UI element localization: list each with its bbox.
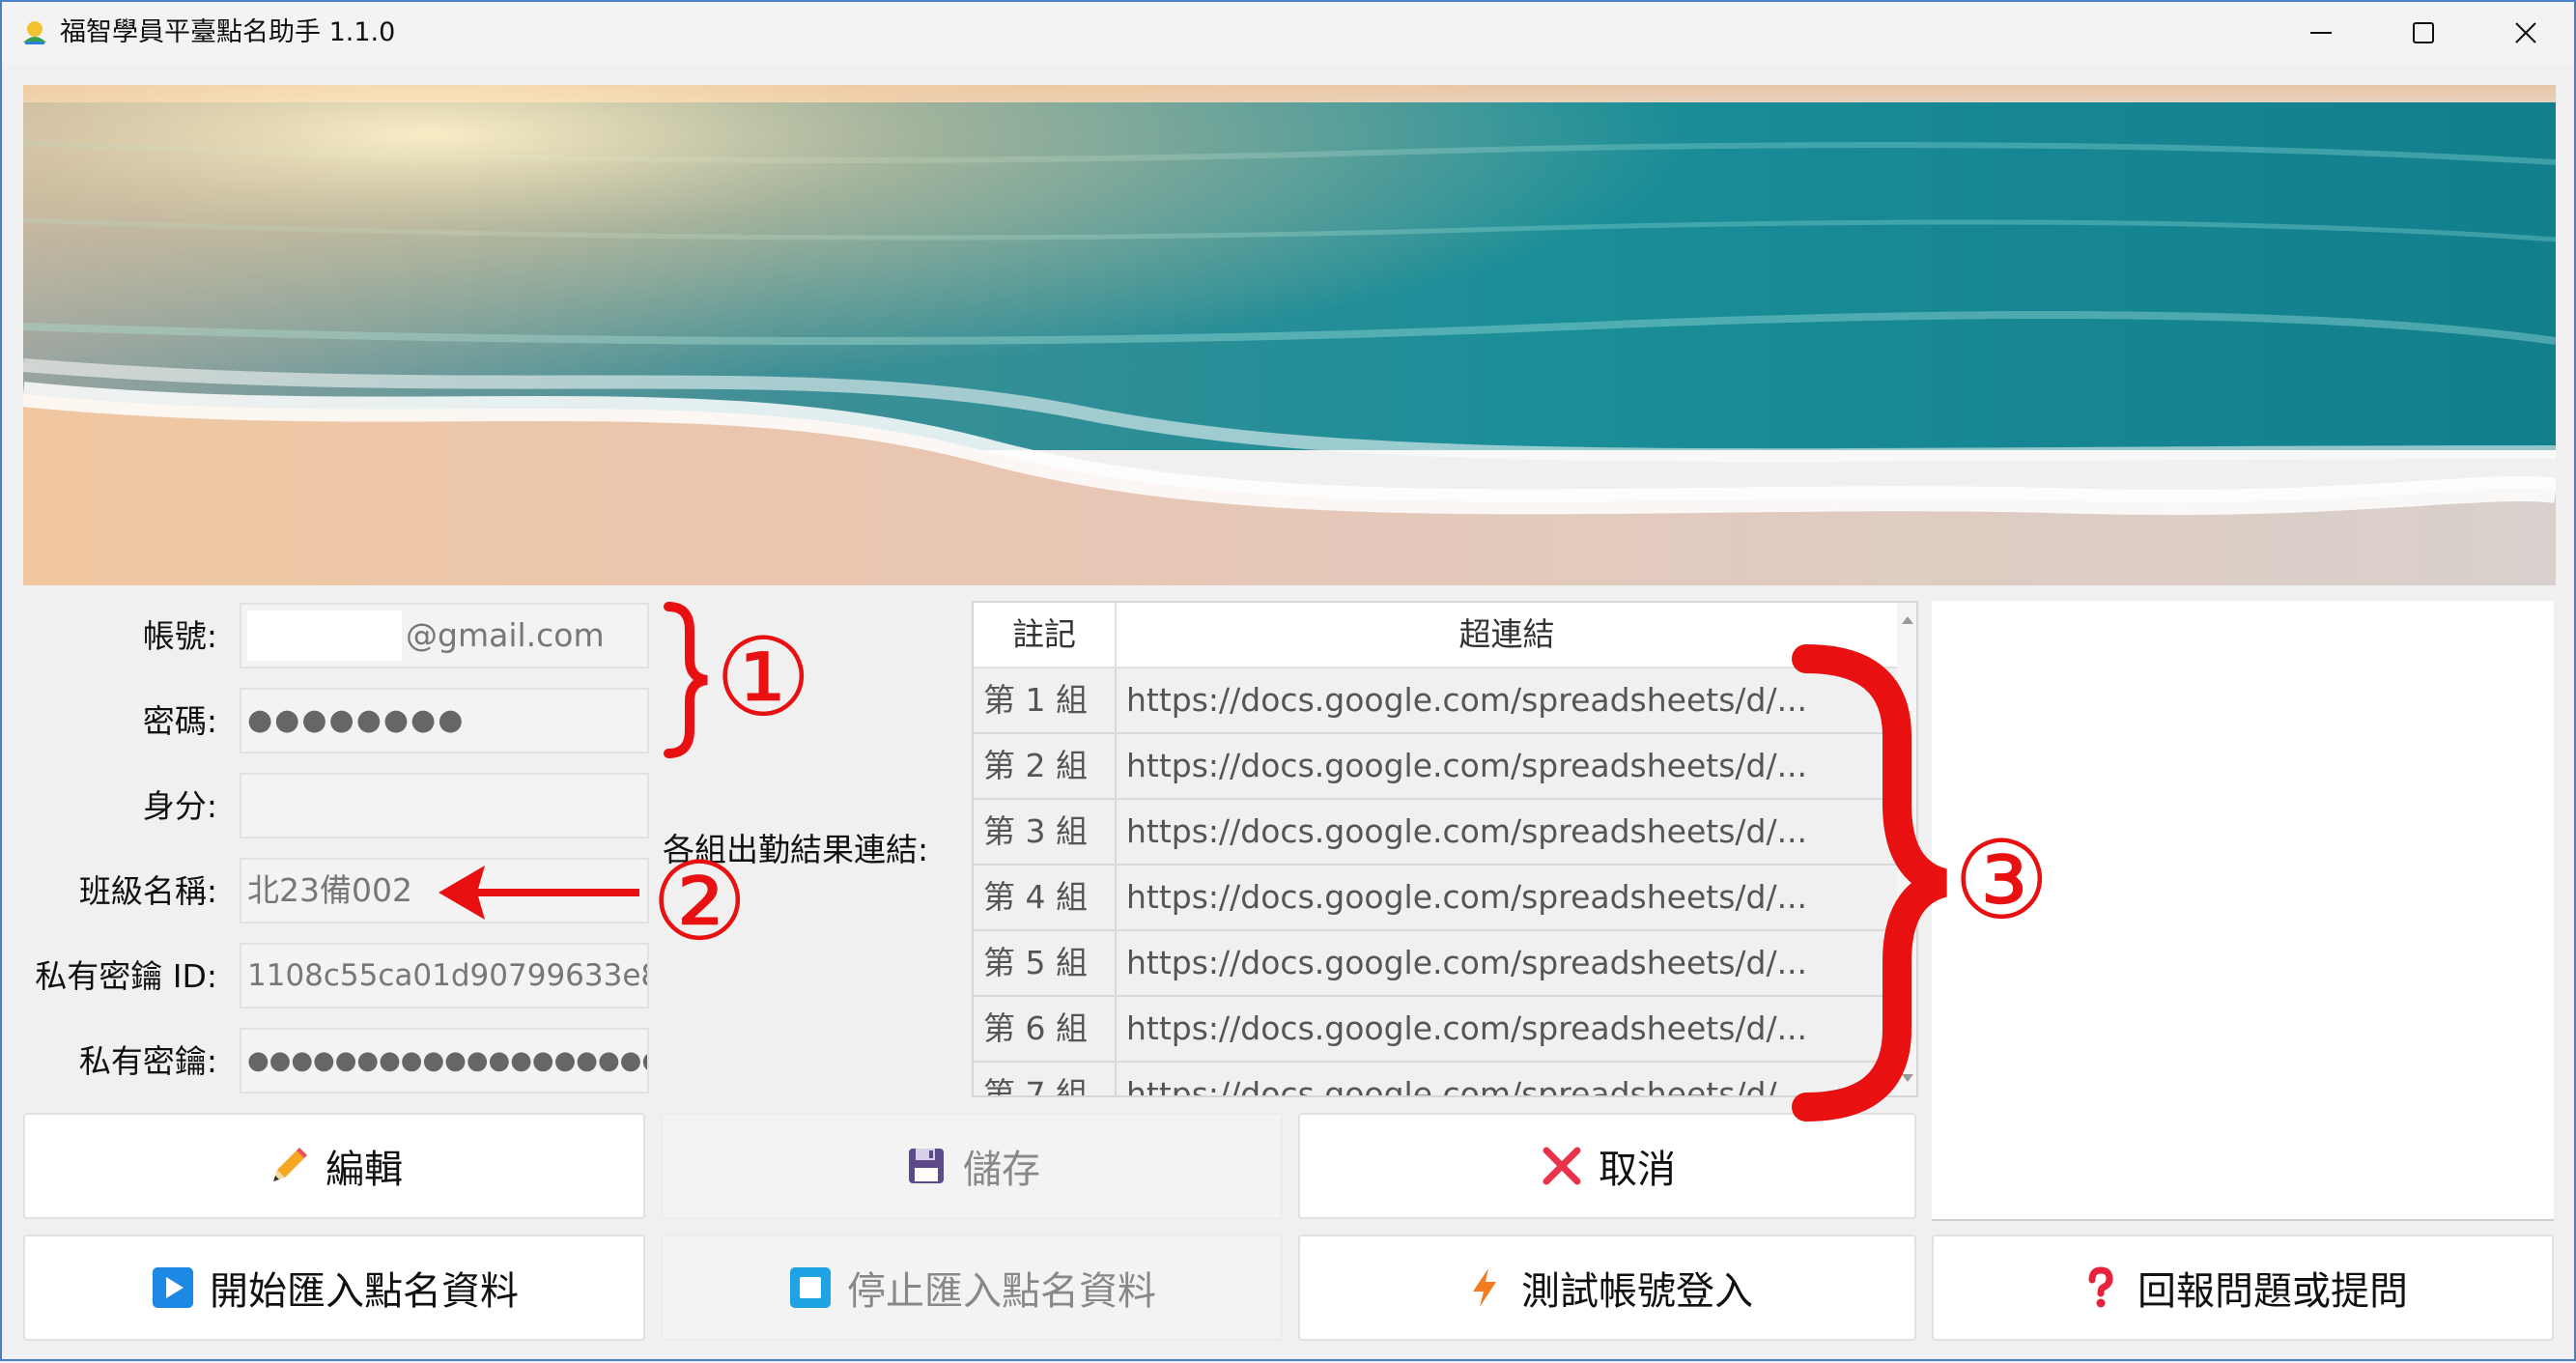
- app-logo-icon: [23, 21, 46, 44]
- row-link-cell[interactable]: https://docs.google.com/spreadsheets/d/.…: [1117, 997, 1897, 1061]
- row-link-cell[interactable]: https://docs.google.com/spreadsheets/d/.…: [1117, 668, 1897, 732]
- account-label: 帳號:: [142, 617, 217, 655]
- scroll-up-icon[interactable]: [1902, 616, 1913, 624]
- minimize-icon: [2310, 32, 2332, 34]
- stop-import-button[interactable]: 停止匯入點名資料: [661, 1235, 1283, 1341]
- class-name-field[interactable]: 北23備002: [240, 858, 649, 923]
- row-link-cell[interactable]: https://docs.google.com/spreadsheets/d/.…: [1117, 866, 1897, 929]
- account-value: @gmail.com: [406, 616, 605, 654]
- password-field[interactable]: ●●●●●●●●: [240, 688, 649, 753]
- cancel-button-label: 取消: [1599, 1148, 1676, 1192]
- row-link-cell[interactable]: https://docs.google.com/spreadsheets/d/.…: [1117, 931, 1897, 995]
- close-icon: [2515, 22, 2536, 43]
- identity-field[interactable]: [240, 773, 649, 838]
- question-mark-icon: [2088, 1266, 2113, 1308]
- title-bar: 福智學員平臺點名助手 1.1.0: [2, 2, 2574, 64]
- start-import-button[interactable]: 開始匯入點名資料: [23, 1235, 645, 1341]
- private-key-id-field[interactable]: 1108c55ca01d90799633e8: [240, 943, 649, 1008]
- row-link-cell[interactable]: https://docs.google.com/spreadsheets/d/.…: [1117, 734, 1897, 798]
- column-header-link[interactable]: 超連結: [1117, 603, 1897, 667]
- report-issue-button[interactable]: 回報問題或提問: [1932, 1235, 2554, 1341]
- edit-button-label: 編輯: [326, 1148, 403, 1192]
- cancel-button[interactable]: 取消: [1298, 1113, 1916, 1219]
- row-note-cell: 第 2 組: [974, 734, 1117, 798]
- play-icon: [153, 1267, 193, 1308]
- table-row[interactable]: 第 4 組 https://docs.google.com/spreadsheet…: [974, 866, 1897, 931]
- table-row[interactable]: 第 5 組 https://docs.google.com/spreadsheet…: [974, 931, 1897, 997]
- private-key-id-label: 私有密鑰 ID:: [35, 957, 217, 995]
- row-link-cell[interactable]: https://docs.google.com/spreadsheets/d/.…: [1117, 1063, 1897, 1095]
- maximize-icon: [2413, 22, 2434, 43]
- row-link-cell[interactable]: https://docs.google.com/spreadsheets/d/.…: [1117, 800, 1897, 864]
- scroll-down-icon[interactable]: [1902, 1074, 1913, 1082]
- redaction-block: [247, 611, 402, 661]
- floppy-disk-icon: [909, 1149, 944, 1183]
- private-key-field[interactable]: ●●●●●●●●●●●●●●●●●●●●●●●: [240, 1028, 649, 1093]
- annotation-number-two: ②: [651, 839, 749, 965]
- pencil-icon: [273, 1148, 307, 1181]
- start-import-label: 開始匯入點名資料: [210, 1269, 519, 1314]
- x-mark-icon: [1543, 1147, 1581, 1185]
- column-header-note[interactable]: 註記: [974, 603, 1117, 667]
- app-window: 福智學員平臺點名助手 1.1.0 帳號: @gmail.com 密碼: ●●●●…: [0, 0, 2576, 1361]
- password-label: 密碼:: [142, 702, 217, 740]
- table-row[interactable]: 第 1 組 https://docs.google.com/spreadsheet…: [974, 668, 1897, 734]
- group-links-table: 註記 超連結 第 1 組 https://docs.google.com/spre…: [972, 601, 1918, 1097]
- close-button[interactable]: [2475, 2, 2576, 64]
- beach-banner-image: [23, 85, 2556, 585]
- stop-icon: [790, 1267, 831, 1308]
- private-key-label: 私有密鑰:: [78, 1042, 217, 1080]
- row-note-cell: 第 3 組: [974, 800, 1117, 864]
- brace-group-one: [664, 602, 708, 758]
- row-note-cell: 第 4 組: [974, 866, 1117, 929]
- table-row[interactable]: 第 2 組 https://docs.google.com/spreadsheet…: [974, 734, 1897, 800]
- row-note-cell: 第 7 組: [974, 1063, 1117, 1095]
- report-issue-label: 回報問題或提問: [2137, 1269, 2408, 1314]
- row-note-cell: 第 5 組: [974, 931, 1117, 995]
- class-name-label: 班級名稱:: [78, 872, 217, 910]
- save-button[interactable]: 儲存: [661, 1113, 1283, 1219]
- table-scrollbar[interactable]: [1897, 603, 1916, 1095]
- edit-button[interactable]: 編輯: [23, 1113, 645, 1219]
- table-row[interactable]: 第 3 組 https://docs.google.com/spreadsheet…: [974, 800, 1897, 866]
- account-field[interactable]: @gmail.com: [240, 603, 649, 668]
- save-button-label: 儲存: [963, 1148, 1040, 1192]
- row-note-cell: 第 1 組: [974, 668, 1117, 732]
- window-title: 福智學員平臺點名助手 1.1.0: [60, 17, 396, 47]
- table-header: 註記 超連結: [974, 603, 1897, 668]
- annotation-number-three: ③: [1953, 818, 2051, 944]
- test-login-button[interactable]: 測試帳號登入: [1298, 1235, 1916, 1341]
- stop-import-label: 停止匯入點名資料: [847, 1269, 1156, 1314]
- identity-label: 身分:: [142, 787, 217, 825]
- lightning-icon: [1473, 1268, 1496, 1307]
- annotation-number-one: ①: [715, 615, 812, 741]
- maximize-button[interactable]: [2372, 2, 2475, 64]
- table-row[interactable]: 第 6 組 https://docs.google.com/spreadsheet…: [974, 997, 1897, 1063]
- row-note-cell: 第 6 組: [974, 997, 1117, 1061]
- table-row[interactable]: 第 7 組 https://docs.google.com/spreadsheet…: [974, 1063, 1897, 1095]
- minimize-button[interactable]: [2270, 2, 2372, 64]
- test-login-label: 測試帳號登入: [1521, 1269, 1753, 1314]
